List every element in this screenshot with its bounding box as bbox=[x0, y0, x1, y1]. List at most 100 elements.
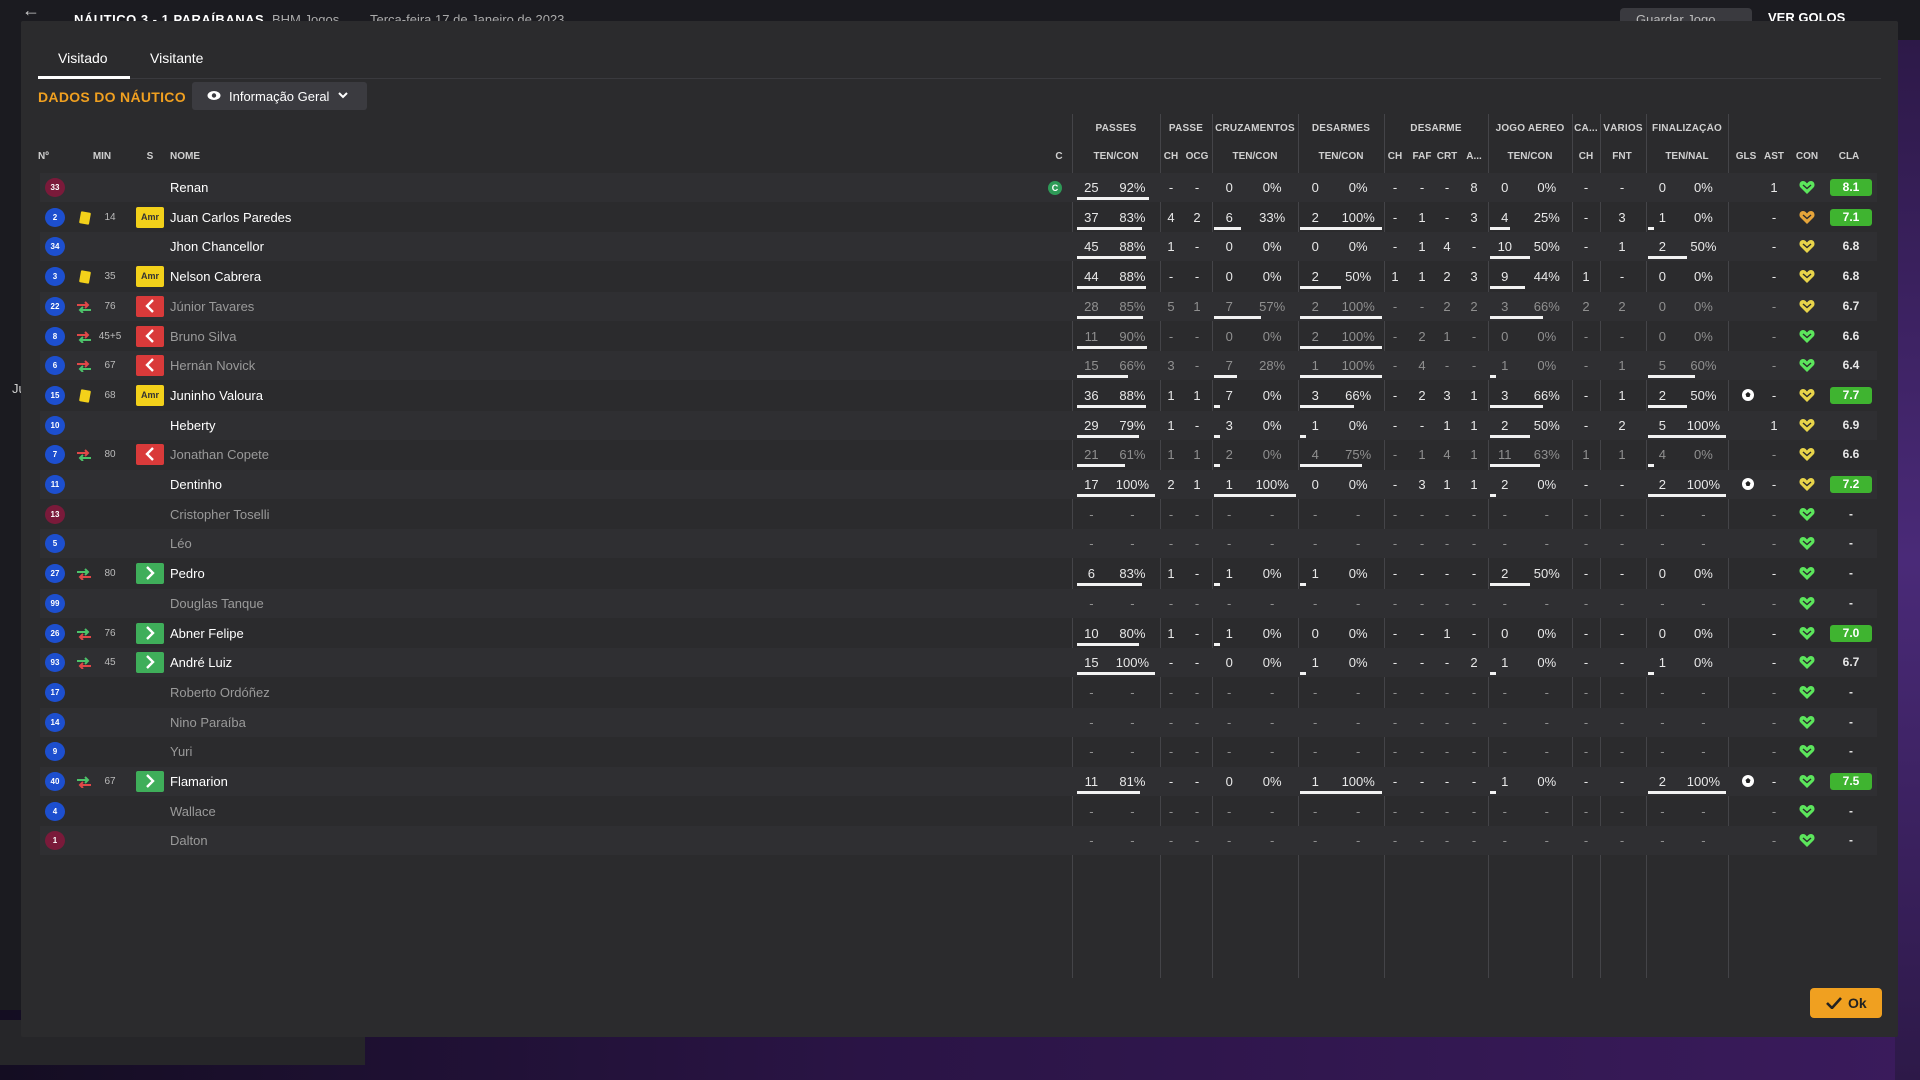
shirt-number-icon: 9 bbox=[45, 742, 65, 762]
column-header: CRT bbox=[1436, 151, 1458, 162]
aerial-duels-success-bar bbox=[1490, 256, 1530, 260]
table-row[interactable]: 3 35 Amr Nelson Cabrera 44 88% - - 0 0% 2 50% 1 1 2 3 9 4… bbox=[40, 262, 1877, 291]
player-name[interactable]: Juninho Valoura bbox=[170, 388, 263, 403]
table-row[interactable]: 93 45 André Luiz 15 100% - - 0 0% 1 0% - - - 2 1 0% - - 1 0%… bbox=[40, 648, 1877, 678]
tackles-percent: 0% bbox=[1348, 655, 1368, 671]
crosses-attempts: 0 bbox=[1225, 269, 1233, 285]
player-name[interactable]: André Luiz bbox=[170, 655, 232, 670]
tackles-attempts: 2 bbox=[1311, 298, 1319, 314]
table-row[interactable]: 11 Dentinho 17 100% 2 1 1 100% 0 0% -3 1 1 2 0% - -2 100%… bbox=[40, 470, 1877, 499]
table-row[interactable]: 40 67 Flamarion 11 81% - - 0 0% 1 100% - - - - 1 0% - - 2 10… bbox=[40, 767, 1877, 796]
tackles-a: - bbox=[1471, 506, 1477, 522]
player-name[interactable]: Wallace bbox=[170, 804, 216, 819]
aerial-duels-success-bar bbox=[1490, 434, 1530, 438]
yellow-card-icon bbox=[79, 389, 91, 403]
fouls-suffered-fnt: - bbox=[1619, 328, 1625, 344]
table-row[interactable]: 2 14 Amr Juan Carlos Paredes 37 83% 4 2 6 33% 2 100… bbox=[40, 203, 1877, 232]
table-row[interactable]: 17 Roberto Ordóñez - - - - - - - - - - - - - - - - - - - - bbox=[40, 678, 1877, 707]
player-name[interactable]: Nelson Cabrera bbox=[170, 269, 261, 284]
match-rating: 6.7 bbox=[1842, 655, 1860, 670]
table-row[interactable]: 7 80 Jonathan Copete 21 61% 1 1 2 0% 4 75% -1 4 1 11 63… bbox=[40, 440, 1877, 469]
player-name[interactable]: Bruno Silva bbox=[170, 329, 236, 344]
back-arrow-icon[interactable]: ← bbox=[22, 1, 40, 19]
fouls-suffered-fnt: - bbox=[1619, 536, 1625, 552]
player-name[interactable]: Yuri bbox=[170, 744, 192, 759]
crosses-attempts: - bbox=[1227, 506, 1232, 522]
table-row[interactable]: 99 Douglas Tanque - - - - - - - - - - - - - - - - - - - - bbox=[40, 588, 1877, 618]
table-row[interactable]: 22 76 Júnior Tavares 28 85% 5 1 7 57% 2 100% - -2 2 3 6… bbox=[40, 291, 1877, 321]
player-name[interactable]: Heberty bbox=[170, 418, 216, 433]
shots-attempts: 4 bbox=[1658, 447, 1667, 463]
player-name[interactable]: Dalton bbox=[170, 833, 208, 848]
assists: - bbox=[1771, 358, 1777, 374]
fouls-suffered-fnt: - bbox=[1619, 595, 1625, 611]
chances-created-ocg: - bbox=[1194, 714, 1200, 730]
active-tab-indicator bbox=[38, 76, 130, 79]
tackles-attempts: 2 bbox=[1311, 269, 1319, 285]
table-row[interactable]: 8 45+5 Bruno Silva 11 90% - - 0 0% 2 100% - 2 1 - 0 0% - -… bbox=[40, 322, 1877, 351]
table-row[interactable]: 14 Nino Paraíba - - - - - - - - - - - - - - - - - - - - bbox=[40, 707, 1877, 737]
column-header: C bbox=[1055, 151, 1063, 162]
table-row[interactable]: 33 Renan C 25 92% - - 0 0% 0 0% - - - 8 0 0% - - 0 0% 1 8.1 bbox=[40, 173, 1877, 202]
aerial-duels-success-bar bbox=[1490, 672, 1496, 676]
player-name[interactable]: Júnior Tavares bbox=[170, 299, 254, 314]
key-passes-ch: 1 bbox=[1167, 625, 1175, 641]
table-row[interactable]: 13 Cristopher Toselli - - - - - - - - - - - - - - - - - - - - bbox=[40, 500, 1877, 529]
shots-success-bar bbox=[1648, 404, 1687, 408]
aerial-duels-attempts: - bbox=[1502, 506, 1507, 522]
match-rating: 6.9 bbox=[1842, 417, 1860, 432]
player-name[interactable]: Flamarion bbox=[170, 774, 228, 789]
table-row[interactable]: 9 Yuri - - - - - - - - - - - - - - - - - - - - bbox=[40, 737, 1877, 766]
table-row[interactable]: 1 Dalton - - - - - - - - - - - - - - - - - - - - bbox=[40, 826, 1877, 856]
shots-percent: 0% bbox=[1693, 655, 1713, 671]
table-row[interactable]: 26 76 Abner Felipe 10 80% 1 - 1 0% 0 0% - - 1 - 0 0% - - 0 0… bbox=[40, 619, 1877, 648]
player-name[interactable]: Pedro bbox=[170, 566, 205, 581]
player-name[interactable]: Jonathan Copete bbox=[170, 447, 269, 462]
table-row[interactable]: 4 Wallace - - - - - - - - - - - - - - - - - - - - bbox=[40, 797, 1877, 826]
save-match-button[interactable]: Guardar Jogo bbox=[1620, 8, 1752, 22]
player-name[interactable]: Juan Carlos Paredes bbox=[170, 210, 291, 225]
player-name[interactable]: Léo bbox=[170, 536, 192, 551]
ok-button[interactable]: Ok bbox=[1810, 988, 1882, 1018]
match-rating: - bbox=[1849, 506, 1853, 521]
aerial-duels-attempts: - bbox=[1502, 714, 1507, 730]
table-row[interactable]: 15 68 Amr Juninho Valoura 36 88% 1 1 7 0% 3 66% - 2 3 1… bbox=[40, 381, 1877, 410]
assists: - bbox=[1771, 536, 1777, 552]
player-name[interactable]: Renan bbox=[170, 180, 208, 195]
player-name[interactable]: Cristopher Toselli bbox=[170, 507, 269, 522]
crosses-success-bar bbox=[1214, 226, 1241, 230]
player-name[interactable]: Nino Paraíba bbox=[170, 715, 246, 730]
shirt-number-icon: 13 bbox=[45, 504, 65, 524]
tackles-percent: 0% bbox=[1348, 625, 1368, 641]
tab-home[interactable]: Visitado bbox=[58, 50, 108, 66]
tab-away[interactable]: Visitante bbox=[150, 50, 203, 66]
table-row[interactable]: 5 Léo - - - - - - - - - - - - - - - - - - - - bbox=[40, 529, 1877, 559]
clearances-crt: - bbox=[1444, 506, 1450, 522]
table-row[interactable]: 34 Jhon Chancellor 45 88% 1 - 0 0% 0 0% - 1 4 - 10 50% -… bbox=[40, 232, 1877, 262]
player-name[interactable]: Hernán Novick bbox=[170, 358, 255, 373]
player-name[interactable]: Jhon Chancellor bbox=[170, 239, 264, 254]
fouls-suffered-fnt: - bbox=[1619, 744, 1625, 760]
shots-attempts: - bbox=[1660, 833, 1665, 849]
player-name[interactable]: Douglas Tanque bbox=[170, 596, 264, 611]
passes-percent: 81% bbox=[1119, 774, 1146, 789]
table-row[interactable]: 27 80 Pedro 6 83% 1 - 1 0% 1 0% - - - - 2 50% - - 0 0% - - bbox=[40, 559, 1877, 588]
passes-attempts: 44 bbox=[1084, 269, 1099, 285]
player-name[interactable]: Dentinho bbox=[170, 477, 222, 492]
clearances-crt: 4 bbox=[1443, 239, 1451, 255]
tackles-ch: - bbox=[1392, 477, 1398, 492]
chevron-left-icon bbox=[145, 358, 154, 373]
player-name[interactable]: Roberto Ordóñez bbox=[170, 685, 270, 700]
table-row[interactable]: 6 67 Hernán Novick 15 66% 3-7 28% 1 100% -4- -1 0% -… bbox=[40, 351, 1877, 381]
player-name[interactable]: Abner Felipe bbox=[170, 626, 244, 641]
shots-percent: 100% bbox=[1686, 477, 1721, 492]
view-mode-dropdown[interactable]: Informação Geral bbox=[192, 82, 367, 110]
tackles-a: 2 bbox=[1470, 655, 1478, 671]
table-row[interactable]: 10 Heberty 29 79% 1 - 3 0% 1 0% - - 1 1 2 50% - 2 5 100% 1 6.… bbox=[40, 410, 1877, 440]
aerial-duels-success-bar bbox=[1490, 494, 1496, 497]
tackles-percent: - bbox=[1356, 536, 1361, 552]
subbed-off-badge bbox=[136, 325, 164, 347]
tackles-a: - bbox=[1471, 239, 1477, 255]
assists: - bbox=[1771, 387, 1777, 403]
fouls-suffered-fnt: 3 bbox=[1618, 209, 1626, 225]
